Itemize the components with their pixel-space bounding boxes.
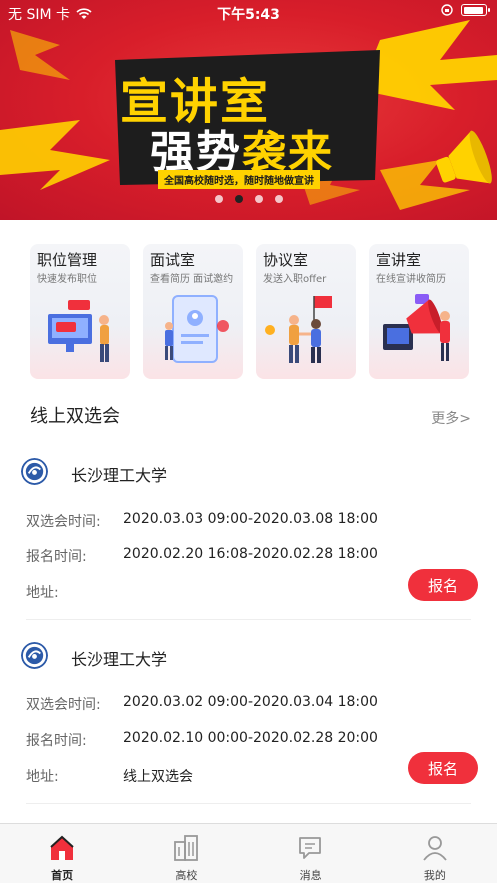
feature-card-agreement-room[interactable]: 协议室 发送入职offer: [256, 244, 356, 379]
tab-label: 消息: [299, 869, 322, 882]
signup-button[interactable]: 报名: [408, 752, 478, 784]
orientation-lock-icon: [441, 4, 453, 16]
home-icon: [50, 835, 74, 860]
feature-card-title: 协议室: [263, 251, 309, 269]
banner-tagline: 全国高校随时选，随时随地做宣讲: [158, 170, 320, 189]
address-label: 地址:: [26, 769, 59, 785]
signup-time-label: 报名时间:: [26, 549, 87, 565]
more-link[interactable]: 更多>: [431, 408, 471, 428]
signup-time-value: 2020.02.10 00:00-2020.02.28 20:00: [123, 730, 378, 746]
presentation-room-illustration: [383, 294, 450, 361]
address-label: 地址:: [26, 585, 59, 601]
feature-card-subtitle: 快速发布职位: [37, 274, 97, 285]
school-logo-icon: [21, 642, 48, 669]
divider: [26, 803, 471, 804]
feature-card-title: 面试室: [150, 251, 196, 269]
school-name: 长沙理工大学: [71, 466, 168, 485]
building-icon: [174, 835, 199, 861]
feature-card-subtitle: 查看简历 面试邀约: [150, 274, 234, 285]
tab-universities[interactable]: 高校: [124, 824, 248, 883]
tab-home[interactable]: 首页: [0, 824, 124, 883]
carousel-dot[interactable]: [254, 195, 263, 203]
fair-time-label: 双选会时间:: [26, 697, 101, 713]
profile-icon: [423, 836, 447, 861]
battery-icon: [461, 4, 490, 16]
carousel-indicator[interactable]: [0, 195, 497, 203]
carousel-dot[interactable]: [274, 195, 283, 203]
school-logo-icon: [21, 458, 48, 485]
feature-card-title: 宣讲室: [376, 251, 422, 269]
fair-time-label: 双选会时间:: [26, 514, 101, 530]
school-name: 长沙理工大学: [71, 650, 168, 669]
signup-time-value: 2020.02.20 16:08-2020.02.28 18:00: [123, 546, 378, 562]
banner-carousel[interactable]: 宣讲室 强势袭来 全国高校随时选，随时随地做宣讲: [0, 0, 497, 220]
feature-card-subtitle: 发送入职offer: [263, 274, 327, 285]
signup-time-label: 报名时间:: [26, 733, 87, 749]
carousel-dot[interactable]: [214, 195, 223, 203]
tab-label: 我的: [423, 869, 446, 882]
section-title: 线上双选会: [30, 406, 120, 427]
address-value: 线上双选会: [123, 769, 193, 785]
tab-bar: 首页 高校 消息 我的: [0, 823, 497, 883]
tab-profile[interactable]: 我的: [373, 824, 497, 883]
feature-card-subtitle: 在线宣讲收简历: [376, 274, 446, 285]
interview-room-illustration: [165, 295, 229, 363]
divider: [26, 619, 471, 620]
tab-label: 高校: [175, 869, 198, 882]
status-bar: 无 SIM 卡 下午5:43: [0, 0, 497, 26]
agreement-room-illustration: [265, 296, 332, 363]
fair-time-value: 2020.03.03 09:00-2020.03.08 18:00: [123, 511, 378, 527]
feature-card-job-management[interactable]: 职位管理 快速发布职位: [30, 244, 130, 379]
feature-card-presentation-room[interactable]: 宣讲室 在线宣讲收简历: [369, 244, 469, 379]
carousel-dot-active[interactable]: [234, 195, 243, 203]
signup-button[interactable]: 报名: [408, 569, 478, 601]
status-time: 下午5:43: [217, 7, 280, 23]
feature-card-title: 职位管理: [37, 251, 98, 269]
feature-cards: 职位管理 快速发布职位 面试室 查看简历 面试邀约 协议室 发送入职offer …: [30, 244, 470, 379]
status-right: [441, 4, 490, 16]
message-icon: [298, 837, 321, 859]
job-management-illustration: [48, 300, 109, 362]
feature-card-interview-room[interactable]: 面试室 查看简历 面试邀约: [143, 244, 243, 379]
tab-label: 首页: [51, 869, 74, 882]
fair-time-value: 2020.03.02 09:00-2020.03.04 18:00: [123, 694, 378, 710]
tab-messages[interactable]: 消息: [249, 824, 373, 883]
